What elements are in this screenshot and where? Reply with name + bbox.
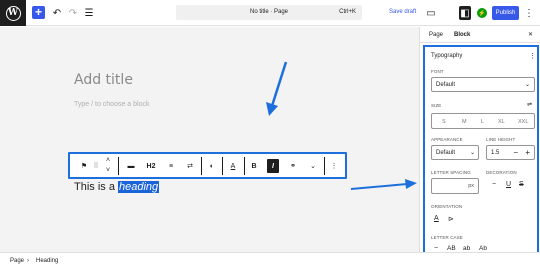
line-height-value: 1.5 bbox=[491, 149, 500, 156]
heading-text: This is a bbox=[74, 181, 119, 193]
wordpress-logo-icon: W bbox=[5, 5, 21, 21]
publish-button[interactable]: Publish bbox=[492, 6, 519, 20]
capitalize-button[interactable]: Ab bbox=[479, 245, 487, 252]
move-up-icon[interactable]: ˄ bbox=[104, 155, 112, 165]
line-height-label: LINE HEIGHT bbox=[486, 137, 516, 142]
underline-icon[interactable]: U bbox=[506, 181, 511, 188]
uppercase-button[interactable]: AB bbox=[447, 245, 456, 252]
breadcrumb-heading[interactable]: Heading bbox=[36, 258, 58, 264]
appearance-label: APPEARANCE bbox=[431, 137, 463, 142]
line-height-input[interactable]: 1.5 − + bbox=[486, 145, 535, 160]
toolbar-divider bbox=[201, 157, 202, 175]
more-rich-text-icon[interactable]: ⌄ bbox=[308, 159, 318, 173]
font-label: FONT bbox=[431, 69, 444, 74]
font-select[interactable]: Default ⌄ bbox=[431, 77, 535, 92]
text-align-icon[interactable]: ≡ bbox=[166, 159, 176, 173]
sidebar-tabs: Page Block ✕ bbox=[420, 27, 540, 43]
appearance-select[interactable]: Default ⌄ bbox=[431, 145, 479, 160]
size-option[interactable]: XL bbox=[498, 119, 505, 125]
block-options-icon[interactable]: ⋮ bbox=[330, 159, 338, 173]
letter-spacing-input[interactable]: px bbox=[431, 178, 479, 194]
plus-icon[interactable]: + bbox=[525, 148, 530, 157]
toolbar-divider bbox=[222, 157, 223, 175]
size-option[interactable]: XXL bbox=[518, 119, 528, 125]
block-toolbar: ⚑ ⠿ ˄ ˅ ▬ H2 ≡ ⇄ ◖ A B I ⚭ ⌄ ⋮ bbox=[68, 152, 347, 179]
settings-sidebar: Page Block ✕ Typography ⋮ FONT Default ⌄… bbox=[419, 27, 540, 257]
decoration-none-icon[interactable]: − bbox=[492, 181, 496, 188]
size-custom-icon[interactable]: ⇌ bbox=[527, 101, 532, 108]
jetpack-icon[interactable]: ⚡ bbox=[477, 8, 487, 18]
tab-page[interactable]: Page bbox=[429, 32, 443, 38]
size-picker: S M L XL XXL bbox=[431, 113, 535, 129]
letter-case-label: LETTER CASE bbox=[431, 235, 463, 240]
highlight-icon[interactable]: ◖ bbox=[206, 159, 216, 173]
bookmark-icon[interactable]: ⚑ bbox=[79, 159, 89, 173]
case-none-icon[interactable]: − bbox=[434, 245, 438, 252]
save-draft-button[interactable]: Save draft bbox=[389, 9, 416, 15]
redo-icon[interactable]: ↷ bbox=[68, 6, 78, 20]
orientation-label: ORIENTATION bbox=[431, 204, 463, 209]
size-option[interactable]: S bbox=[442, 119, 446, 125]
size-label: SIZE bbox=[431, 103, 442, 108]
toolbar-divider bbox=[118, 157, 119, 175]
font-value: Default bbox=[436, 81, 456, 88]
drag-handle-icon[interactable]: ⠿ bbox=[92, 159, 100, 173]
unit-label: px bbox=[468, 183, 474, 189]
settings-icon[interactable]: ◧ bbox=[459, 6, 471, 20]
breadcrumb: Page › Heading bbox=[0, 252, 540, 267]
link-icon[interactable]: ⚭ bbox=[287, 159, 299, 173]
appearance-value: Default bbox=[436, 149, 456, 156]
heading-block[interactable]: This is a heading bbox=[74, 181, 160, 193]
minus-icon[interactable]: − bbox=[513, 148, 518, 157]
editor-top-bar: W + ↶ ↷ ☰ No title · Page Ctrl+K Save dr… bbox=[0, 0, 540, 26]
size-option[interactable]: L bbox=[481, 119, 484, 125]
toolbar-divider bbox=[244, 157, 245, 175]
list-view-icon[interactable]: ☰ bbox=[84, 6, 94, 20]
decoration-label: DECORATION bbox=[486, 170, 517, 175]
size-option[interactable]: M bbox=[462, 119, 467, 125]
toolbar-divider bbox=[324, 157, 325, 175]
move-down-icon[interactable]: ˅ bbox=[104, 165, 112, 175]
options-menu-icon[interactable]: ⋮ bbox=[524, 6, 534, 20]
chevron-down-icon: ⌄ bbox=[524, 82, 530, 88]
typography-panel: Typography ⋮ FONT Default ⌄ SIZE ⇌ S M L… bbox=[423, 45, 539, 257]
editor-canvas: Add title Type / to choose a block ⚑ ⠿ ˄… bbox=[0, 27, 419, 252]
block-placeholder[interactable]: Type / to choose a block bbox=[74, 101, 150, 108]
document-title: No title · Page bbox=[249, 9, 289, 15]
panel-menu-icon[interactable]: ⋮ bbox=[529, 52, 536, 60]
block-inserter-button[interactable]: + bbox=[32, 6, 45, 19]
breadcrumb-page[interactable]: Page bbox=[10, 258, 24, 264]
bold-button[interactable]: B bbox=[249, 159, 259, 173]
transform-icon[interactable]: ⇄ bbox=[184, 159, 196, 173]
tab-block[interactable]: Block bbox=[454, 32, 470, 38]
heading-level-button[interactable]: H2 bbox=[144, 159, 158, 173]
horizontal-text-icon[interactable]: A bbox=[434, 215, 439, 222]
vertical-text-icon[interactable]: ⊳ bbox=[448, 215, 454, 223]
lowercase-button[interactable]: ab bbox=[463, 245, 470, 252]
strikethrough-icon[interactable]: S bbox=[519, 181, 524, 188]
wordpress-logo-button[interactable]: W bbox=[0, 0, 26, 26]
selected-text: heading bbox=[118, 181, 160, 193]
command-palette-bar[interactable]: No title · Page Ctrl+K bbox=[176, 5, 362, 20]
title-placeholder[interactable]: Add title bbox=[74, 72, 133, 88]
letter-spacing-label: LETTER SPACING bbox=[431, 170, 471, 175]
chevron-down-icon: ⌄ bbox=[469, 150, 475, 156]
text-color-icon[interactable]: A bbox=[228, 159, 238, 173]
undo-icon[interactable]: ↶ bbox=[52, 6, 62, 20]
view-icon[interactable]: ▭ bbox=[426, 6, 436, 20]
breadcrumb-separator-icon: › bbox=[27, 258, 29, 264]
panel-title: Typography bbox=[431, 53, 463, 59]
italic-button[interactable]: I bbox=[267, 159, 279, 173]
close-icon[interactable]: ✕ bbox=[528, 31, 533, 38]
align-icon[interactable]: ▬ bbox=[125, 159, 137, 173]
command-shortcut: Ctrl+K bbox=[339, 9, 356, 15]
